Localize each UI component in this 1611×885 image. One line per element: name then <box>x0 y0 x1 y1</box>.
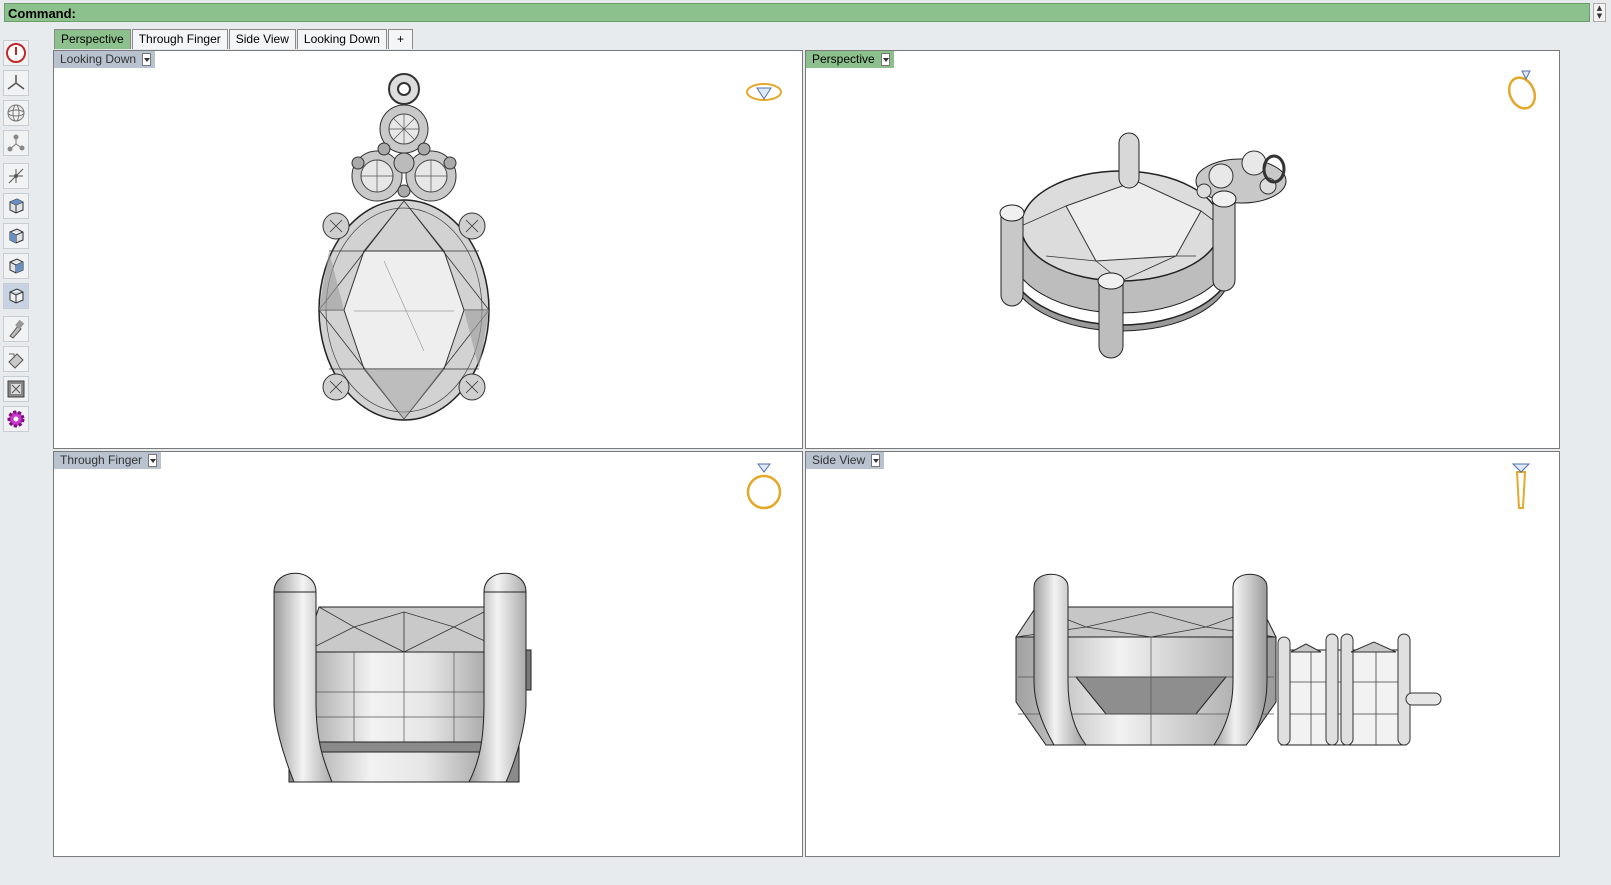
settings-button[interactable] <box>3 406 29 432</box>
chevron-down-icon[interactable] <box>880 53 890 66</box>
viewport-title: Perspective <box>812 52 875 66</box>
brush-button[interactable] <box>3 316 29 342</box>
viewport-looking-down[interactable]: Looking Down <box>53 50 803 449</box>
viewport-title: Side View <box>812 453 866 467</box>
axes-icon <box>7 75 25 90</box>
eraser-icon <box>8 353 24 369</box>
command-label: Command: <box>8 6 76 21</box>
axes-button[interactable] <box>3 70 29 96</box>
power-icon <box>6 43 26 63</box>
eraser-button[interactable] <box>3 346 29 372</box>
sphere-button[interactable] <box>3 100 29 126</box>
settings-icon <box>7 410 25 428</box>
molecule-button[interactable] <box>3 130 29 156</box>
render-icon <box>7 380 25 398</box>
cube-side-icon <box>9 258 24 274</box>
ring-perspective-icon <box>1507 70 1537 110</box>
viewport-label-side-view[interactable]: Side View <box>806 452 885 469</box>
chevron-down-icon[interactable] <box>148 454 158 467</box>
scroll-up-icon[interactable]: ▲ <box>1594 4 1605 12</box>
cube-top-button[interactable] <box>3 193 29 219</box>
cube-top-icon <box>9 198 24 214</box>
gumball-button[interactable] <box>3 163 29 189</box>
perspective-model <box>999 132 1287 359</box>
tab-through-finger[interactable]: Through Finger <box>131 29 228 49</box>
power-button[interactable] <box>3 40 29 66</box>
looking-down-model <box>318 73 490 421</box>
cube-persp-icon <box>9 288 24 304</box>
add-tab-button[interactable]: + <box>387 29 413 49</box>
command-bar[interactable]: Command: ▲ ▼ <box>4 3 1606 22</box>
tab-perspective[interactable]: Perspective <box>54 29 131 49</box>
viewport-label-looking-down[interactable]: Looking Down <box>54 51 156 68</box>
tab-side-view[interactable]: Side View <box>228 29 296 49</box>
viewport-title: Through Finger <box>60 453 143 467</box>
viewport-label-through-finger[interactable]: Through Finger <box>54 452 162 469</box>
render-button[interactable] <box>3 376 29 402</box>
brush-icon <box>9 319 25 339</box>
chevron-down-icon[interactable] <box>142 53 152 66</box>
side-view-model <box>1015 573 1442 746</box>
sphere-icon <box>7 104 25 122</box>
ring-top-view-icon <box>746 83 782 101</box>
command-scrollbar[interactable]: ▲ ▼ <box>1593 3 1606 22</box>
cube-front-icon <box>9 228 24 244</box>
molecule-icon <box>7 134 25 152</box>
scroll-down-icon[interactable]: ▼ <box>1594 12 1605 20</box>
tab-looking-down[interactable]: Looking Down <box>296 29 387 49</box>
left-toolbar <box>3 40 29 436</box>
ring-front-view-icon <box>746 463 782 510</box>
gumball-icon <box>8 168 24 184</box>
cube-side-button[interactable] <box>3 253 29 279</box>
viewport-title: Looking Down <box>60 52 137 66</box>
viewport-label-perspective[interactable]: Perspective <box>806 51 894 68</box>
through-finger-model <box>273 572 532 783</box>
viewport-perspective[interactable]: Perspective <box>805 50 1560 449</box>
viewport-through-finger[interactable]: Through Finger <box>53 451 803 857</box>
cube-persp-button[interactable] <box>3 283 29 309</box>
ring-side-view-icon <box>1511 463 1531 509</box>
chevron-down-icon[interactable] <box>871 454 881 467</box>
viewport-tabs: Perspective Through Finger Side View Lookin… <box>54 29 414 49</box>
cube-front-button[interactable] <box>3 223 29 249</box>
viewport-side-view[interactable]: Side View <box>805 451 1560 857</box>
